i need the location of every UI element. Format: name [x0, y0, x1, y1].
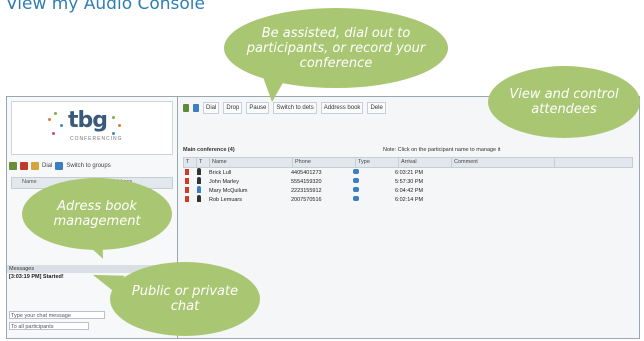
delete-button[interactable]: Dele — [367, 102, 386, 114]
logo-subtitle: CONFERENCING — [70, 136, 123, 142]
page-title: View my Audio Console — [6, 0, 205, 14]
pause-button[interactable]: Pause — [246, 102, 270, 114]
col-comment[interactable]: Comment — [452, 158, 555, 167]
col-type[interactable]: T — [197, 158, 210, 167]
message-line: [3:03:19 PM] Started! — [9, 274, 64, 280]
status-icon — [185, 168, 189, 175]
address-book-label: Address book — [323, 105, 361, 111]
col-phone[interactable]: Phone — [293, 158, 356, 167]
col-name[interactable]: Name — [210, 158, 293, 167]
person-icon — [197, 177, 201, 184]
table-row[interactable]: John Marley 5554159320 5:57:30 PM — [183, 177, 633, 186]
remove-contact-icon[interactable] — [20, 162, 28, 170]
left-toolbar: Dial Switch to groups — [9, 159, 175, 173]
participant-phone: 2223155912 — [291, 187, 322, 194]
switch-groups-button[interactable]: Switch to groups — [66, 163, 110, 169]
col-conn-type[interactable]: Type — [356, 158, 399, 167]
groups-icon — [55, 162, 64, 170]
table-row[interactable]: Rob Lemuars 2007570516 6:02:14 PM — [183, 195, 633, 204]
chat-recipient-select[interactable]: To all participants — [9, 322, 89, 330]
participant-name[interactable]: Rob Lemuars — [207, 197, 289, 203]
callout-left-text: Adress book management — [53, 199, 141, 229]
chat-input[interactable]: Type your chat message — [9, 311, 105, 319]
conference-note: Note: Click on the participant name to m… — [383, 147, 501, 153]
conference-bar: Main conference (4) Note: Click on the p… — [183, 147, 633, 155]
participant-arrival: 6:02:14 PM — [395, 196, 424, 203]
logo: tbg CONFERENCING — [11, 101, 173, 155]
status-icon — [185, 177, 189, 184]
dial-button[interactable]: Dial — [42, 163, 52, 169]
callout-left: Adress book management — [22, 178, 172, 250]
phone-icon — [353, 196, 359, 201]
participant-arrival: 6:04:42 PM — [395, 187, 424, 194]
participant-phone: 5554159320 — [291, 178, 322, 185]
drop-label: Drop — [226, 105, 240, 111]
address-col-name[interactable]: Name — [22, 179, 37, 185]
col-arrival[interactable]: Arrival — [399, 158, 452, 167]
conference-title: Main conference (4) — [183, 147, 235, 153]
main-toolbar: Dial Drop Pause Switch to dets Address b… — [183, 101, 483, 115]
participant-phone: 2007570516 — [291, 196, 322, 203]
edit-contact-icon[interactable] — [31, 162, 39, 170]
table-row[interactable]: Brick Lull 4405401273 6:03:21 PM — [183, 168, 633, 177]
add-contact-icon[interactable] — [9, 162, 17, 170]
status-icon — [185, 186, 189, 193]
status-icon — [185, 195, 189, 202]
participant-arrival: 6:03:21 PM — [395, 169, 424, 176]
logo-text: tbg — [68, 108, 108, 133]
person-icon — [197, 168, 201, 175]
switch-to-dets-label: Switch to dets — [276, 105, 314, 111]
callout-top: Be assisted, dial out to participants, o… — [224, 8, 448, 88]
person-icon — [197, 195, 201, 202]
participant-phone: 4405401273 — [291, 169, 322, 176]
participant-name[interactable]: Mary McQuilum — [207, 188, 289, 194]
table-row[interactable]: Mary McQuilum 2223155912 6:04:42 PM — [183, 186, 633, 195]
participant-name[interactable]: John Marley — [207, 179, 289, 185]
dial-out-label: Dial — [206, 105, 217, 111]
participant-name[interactable]: Brick Lull — [207, 170, 289, 176]
mic-icon[interactable] — [183, 104, 189, 112]
callout-right: View and control attendees — [488, 66, 640, 138]
phone-icon — [353, 187, 359, 192]
record-icon[interactable] — [193, 104, 199, 112]
grid-header: T T Name Phone Type Arrival Comment — [183, 157, 633, 168]
callout-right-text: View and control attendees — [509, 87, 619, 117]
col-status[interactable]: T — [184, 158, 197, 167]
callout-bottom-text: Public or private chat — [131, 284, 239, 314]
switch-to-dets-button[interactable]: Switch to dets — [273, 102, 317, 114]
dial-out-button[interactable]: Dial — [203, 102, 220, 114]
participants-grid: T T Name Phone Type Arrival Comment Bric… — [183, 157, 633, 204]
delete-label: Dele — [370, 105, 383, 111]
phone-icon — [353, 169, 359, 174]
pause-label: Pause — [249, 105, 267, 111]
callout-bottom: Public or private chat — [110, 262, 260, 336]
address-book-button[interactable]: Address book — [320, 102, 364, 114]
callout-top-text: Be assisted, dial out to participants, o… — [246, 25, 426, 71]
phone-icon — [353, 178, 359, 183]
person-icon — [197, 186, 201, 193]
participant-arrival: 5:57:30 PM — [395, 178, 424, 185]
drop-button[interactable]: Drop — [223, 102, 243, 114]
